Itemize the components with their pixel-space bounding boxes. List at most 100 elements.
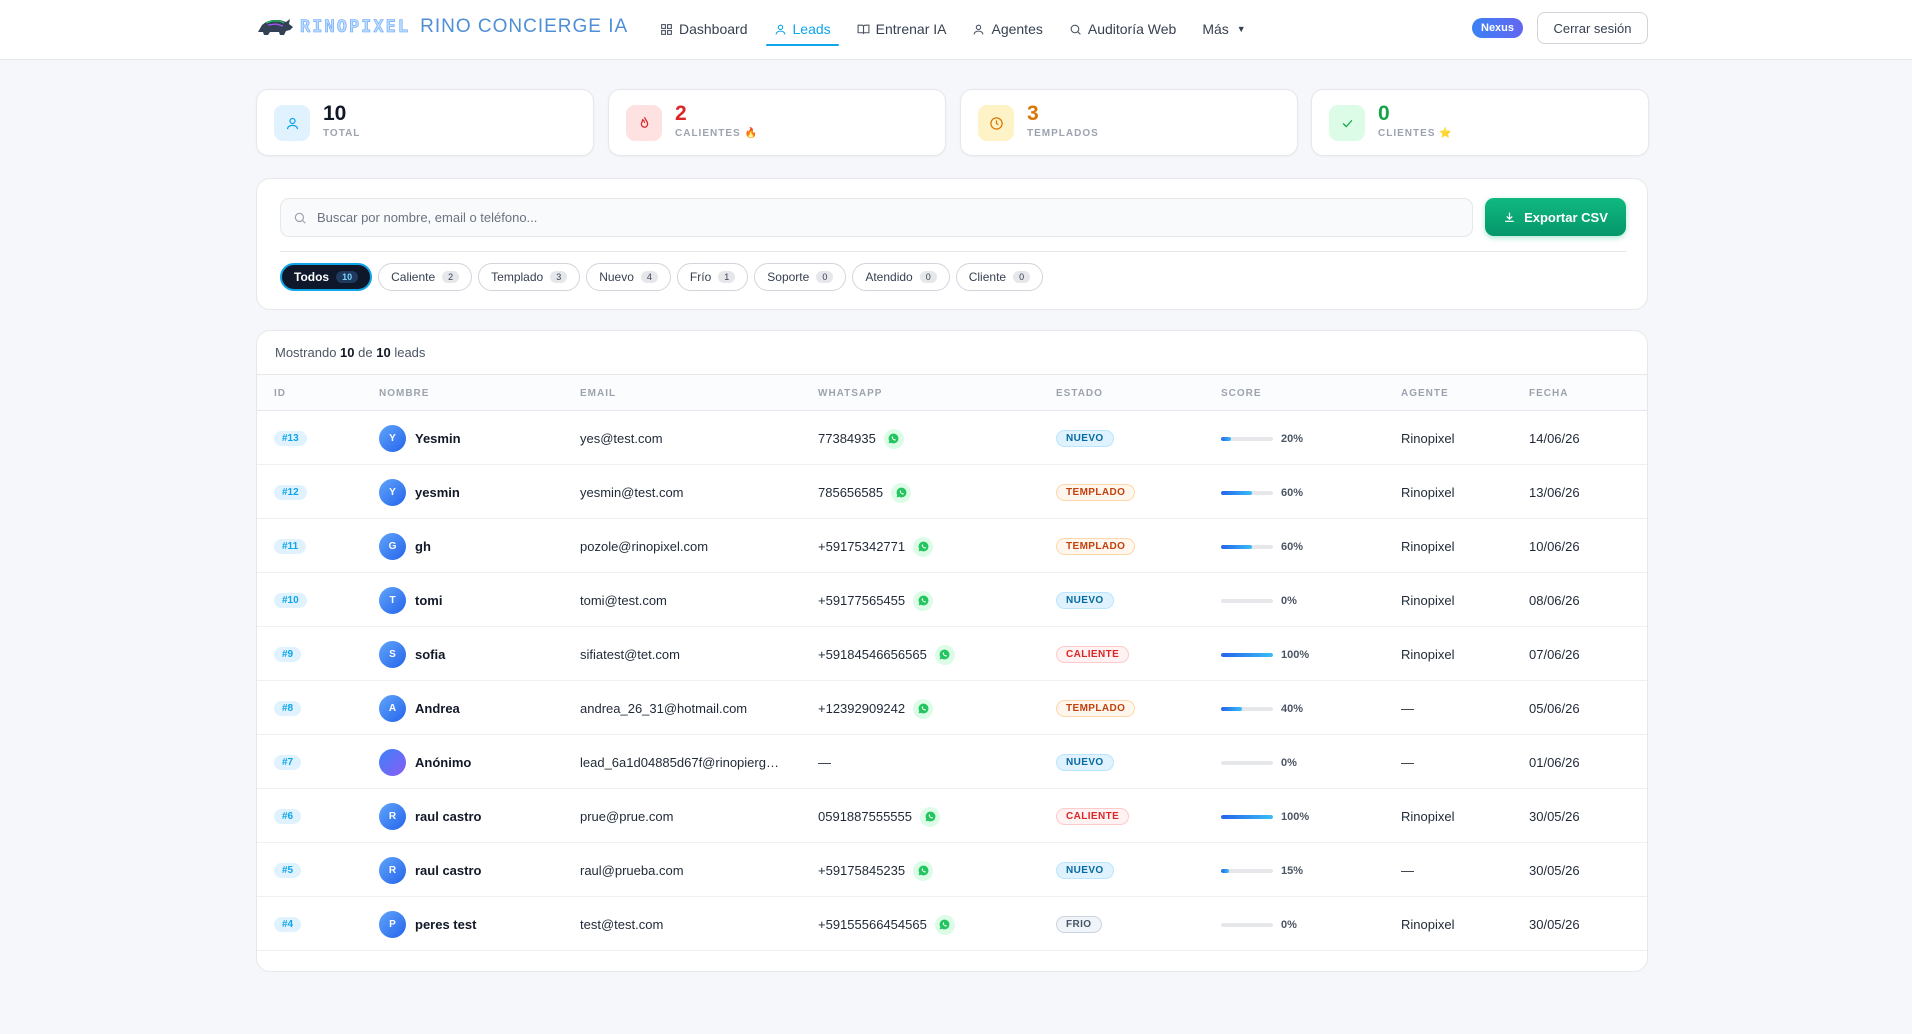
lead-name[interactable]: Andrea	[415, 701, 460, 716]
lead-id-badge[interactable]: #13	[274, 431, 307, 446]
table-row[interactable]: #12 Yyesmin yesmin@test.com 785656585 TEMPLA…	[257, 466, 1647, 519]
lead-name[interactable]: Yesmin	[415, 431, 461, 446]
table-row[interactable]: #4 Pperes test test@test.com +5915556645456…	[257, 898, 1647, 951]
lead-phone: 785656585	[818, 485, 884, 500]
search-icon	[1070, 24, 1081, 35]
chip-label: Caliente	[391, 270, 436, 284]
nav-auditoria-web[interactable]: Auditoría Web	[1059, 14, 1186, 44]
filter-chip-nuevo[interactable]: Nuevo 4	[586, 263, 671, 291]
stat-card-clientes: 0 CLIENTES ⭐	[1311, 89, 1649, 156]
whatsapp-button[interactable]	[913, 536, 934, 557]
lead-email: test@test.com	[580, 917, 664, 932]
table-row[interactable]: #10 Ttomi tomi@test.com +59177565455 NUEVO 0%…	[257, 574, 1647, 627]
whatsapp-button[interactable]	[920, 806, 940, 827]
lead-name[interactable]: tomi	[415, 593, 442, 608]
user-icon	[775, 24, 785, 34]
filter-chip-templado[interactable]: Templado 3	[478, 263, 581, 291]
lead-name[interactable]: raul castro	[415, 809, 481, 824]
lead-id-badge[interactable]: #8	[274, 701, 302, 716]
whatsapp-icon	[888, 433, 899, 444]
person-icon	[974, 24, 984, 34]
whatsapp-button[interactable]	[934, 914, 955, 935]
lead-id-badge[interactable]: #12	[274, 485, 307, 500]
filter-chip-cliente[interactable]: Cliente 0	[955, 263, 1044, 291]
lead-name[interactable]: peres test	[415, 917, 476, 932]
table-row[interactable]: #6 Rraul castro prue@prue.com 0591887555555…	[257, 790, 1647, 843]
lead-name[interactable]: yesmin	[415, 485, 460, 500]
column-header-agente: AGENTE	[1401, 388, 1449, 399]
whatsapp-button[interactable]	[891, 482, 912, 503]
logout-button[interactable]: Cerrar sesión	[1537, 12, 1648, 44]
stat-value: 2	[675, 102, 687, 125]
score-bar	[1221, 760, 1273, 765]
whatsapp-button[interactable]	[934, 644, 955, 665]
lead-id-badge[interactable]: #10	[274, 593, 307, 608]
whatsapp-button[interactable]	[913, 860, 934, 881]
nav-mas[interactable]: Más ▼	[1192, 14, 1255, 44]
nav-entrenar-ia-label: Entrenar IA	[875, 21, 947, 37]
status-badge: FRIO	[1056, 916, 1102, 933]
search-input[interactable]	[317, 210, 1417, 225]
nav-leads[interactable]: Leads	[764, 14, 841, 46]
lead-agent: —	[1401, 755, 1414, 770]
lead-id-badge[interactable]: #6	[274, 809, 302, 824]
score-value: 0%	[1281, 756, 1297, 769]
table-row[interactable]: #11 Ggh pozole@rinopixel.com +59175342771 TE…	[257, 520, 1647, 573]
whatsapp-button[interactable]	[883, 428, 904, 449]
nav-agentes[interactable]: Agentes	[962, 14, 1052, 44]
lead-name[interactable]: Anónimo	[415, 755, 471, 770]
nav-entrenar-ia[interactable]: Entrenar IA	[847, 14, 957, 44]
rhino-logo-icon	[258, 19, 293, 35]
whatsapp-button[interactable]	[913, 698, 934, 719]
chip-count: 0	[1013, 271, 1031, 283]
whatsapp-icon	[939, 649, 950, 660]
table-row[interactable]: #7 Anónimo lead_6a1d04885d67f@rinopierg… — N…	[257, 736, 1647, 789]
filter-chip-soporte[interactable]: Soporte 0	[754, 263, 847, 291]
score-value: 0%	[1281, 594, 1297, 607]
brand[interactable]: RINOPIXEL RINO CONCIERGE IA	[256, 16, 628, 38]
lead-date: 01/06/26	[1529, 755, 1580, 770]
lead-name[interactable]: sofia	[415, 647, 445, 662]
lead-agent: Rinopixel	[1401, 647, 1455, 662]
filter-chip-atendido[interactable]: Atendido 0	[852, 263, 950, 291]
lead-phone: —	[818, 755, 831, 770]
filter-chip-caliente[interactable]: Caliente 2	[378, 263, 473, 291]
whatsapp-button[interactable]	[913, 590, 934, 611]
filter-chip-frio[interactable]: Frío 1	[676, 263, 749, 291]
chip-count: 4	[640, 271, 658, 283]
lead-id-badge[interactable]: #4	[274, 917, 302, 932]
lead-name[interactable]: raul castro	[415, 863, 481, 878]
chip-label: Templado	[491, 270, 544, 284]
lead-id-badge[interactable]: #7	[274, 755, 302, 770]
table-row[interactable]: #8 A Andrea andrea_26_31@hotmail.com +123929…	[257, 682, 1647, 735]
chip-count: 1	[718, 271, 736, 283]
lead-id-badge[interactable]: #5	[274, 863, 302, 878]
table-row[interactable]: #5 Rraul castro raul@prueba.com +5917584523…	[257, 844, 1647, 897]
lead-phone: +12392909242	[818, 701, 906, 716]
score-bar	[1221, 922, 1273, 927]
chip-count: 0	[816, 271, 834, 283]
export-csv-button[interactable]: Exportar CSV	[1485, 198, 1626, 236]
table-header: ID NOMBRE EMAIL WHATSAPP ESTADO SCORE AG…	[257, 374, 1647, 411]
brand-logo: RINOPIXEL	[256, 16, 410, 38]
showing-shown: 10	[340, 345, 355, 360]
book-icon	[857, 24, 870, 34]
column-header-whatsapp: WHATSAPP	[818, 388, 883, 399]
column-header-nombre: NOMBRE	[379, 388, 430, 399]
whatsapp-icon	[939, 919, 950, 930]
filter-chip-todos[interactable]: Todos 10	[280, 263, 373, 291]
lead-date: 13/06/26	[1529, 485, 1580, 500]
search-icon	[294, 212, 306, 224]
table-row[interactable]: #13 Y Yesmin yes@test.com 77384935 NUEVO 20% Ri…	[257, 412, 1647, 465]
nav-dashboard[interactable]: Dashboard	[650, 14, 758, 44]
search-box[interactable]	[280, 198, 1473, 237]
chip-count: 10	[336, 271, 359, 283]
table-row[interactable]: #9 Ssofia sifiatest@tet.com +59184546656565…	[257, 628, 1647, 681]
lead-id-badge[interactable]: #11	[274, 539, 307, 554]
column-header-id: ID	[274, 388, 286, 399]
lead-phone: +59177565455	[818, 593, 906, 608]
score-value: 15%	[1281, 864, 1304, 877]
lead-id-badge[interactable]: #9	[274, 647, 302, 662]
lead-name[interactable]: gh	[415, 539, 431, 554]
chip-label: Todos	[294, 270, 330, 284]
